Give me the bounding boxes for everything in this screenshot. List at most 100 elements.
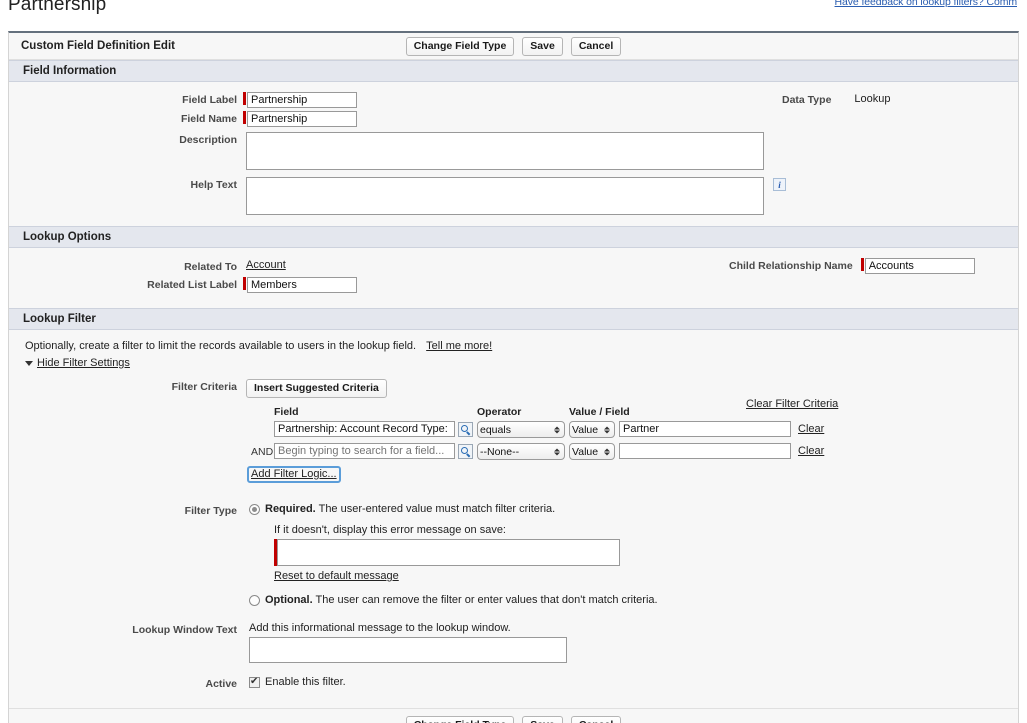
related-to-link[interactable]: Account (246, 259, 286, 271)
required-indicator (243, 111, 246, 124)
description-textarea[interactable] (246, 132, 764, 170)
row-filter-criteria: Filter Criteria Insert Suggested Criteri… (9, 379, 1018, 398)
filter-row-1-field-group (274, 421, 473, 437)
save-button-top[interactable]: Save (522, 36, 563, 56)
enable-this-filter-label: Enable this filter. (265, 676, 346, 688)
error-message-textarea[interactable] (277, 539, 620, 566)
hide-filter-settings-link[interactable]: Hide Filter Settings (37, 357, 130, 369)
related-list-label-label: Related List Label (147, 279, 237, 291)
lookup-window-text-prompt: Add this informational message to the lo… (249, 622, 511, 634)
filter-row-1-valuetype-select[interactable]: ValueField (569, 421, 615, 438)
active-label: Active (205, 678, 237, 690)
filter-type-optional-bold: Optional. (265, 594, 313, 606)
related-list-label-input[interactable] (247, 277, 357, 293)
error-message-block: If it doesn't, display this error messag… (274, 524, 1018, 582)
filter-row-1-operator-select[interactable]: equalsnot equal to--None-- (477, 421, 565, 438)
child-relationship-name-value (860, 258, 975, 274)
chevron-down-icon (25, 360, 33, 366)
cancel-button-bottom[interactable]: Cancel (570, 716, 622, 723)
section-lookup-options-header: Lookup Options (9, 226, 1018, 248)
filter-row-1-value-input[interactable] (619, 421, 791, 437)
required-indicator (243, 277, 246, 290)
help-text-label: Help Text (190, 179, 237, 191)
section-field-information-header: Field Information (9, 60, 1018, 82)
field-name-label: Field Name (180, 113, 237, 125)
required-indicator (243, 92, 246, 105)
section-lookup-filter-header: Lookup Filter (9, 308, 1018, 330)
filter-row-2-conjunction: AND (251, 446, 274, 458)
column-header-value-field: Value / Field (569, 406, 630, 418)
filter-row-1-field-input[interactable] (274, 421, 455, 437)
page-title: Partnership (8, 0, 107, 15)
reset-to-default-message-link[interactable]: Reset to default message (274, 570, 399, 582)
filter-type-required-text: The user-entered value must match filter… (318, 503, 556, 515)
filter-type-optional-radio[interactable] (249, 595, 260, 606)
insert-suggested-criteria-wrap: Insert Suggested Criteria (246, 379, 387, 398)
filter-row-2-clear-link[interactable]: Clear (798, 445, 824, 457)
enable-this-filter-option[interactable]: Enable this filter. (249, 676, 346, 688)
bottom-button-row: Change Field Type Save Cancel (9, 708, 1018, 723)
child-relationship-block: Child Relationship Name (729, 258, 975, 274)
field-name-value (243, 111, 357, 127)
page-root: Have feedback on lookup filters? Comm Pa… (0, 0, 1027, 723)
filter-row-2-valuetype-select[interactable]: ValueField (569, 443, 615, 460)
help-text-value: i (246, 177, 786, 215)
data-type-label: Data Type (782, 94, 832, 106)
description-label: Description (179, 134, 237, 146)
child-relationship-name-input[interactable] (864, 258, 975, 274)
section-field-information-body: Field Label Field Name Description (9, 82, 1018, 226)
filter-type-required-radio[interactable] (249, 504, 260, 515)
cancel-button-top[interactable]: Cancel (570, 36, 622, 56)
reset-to-default-wrap: Reset to default message (274, 570, 1018, 582)
enable-this-filter-checkbox[interactable] (249, 676, 260, 688)
related-to-label: Related To (184, 261, 237, 273)
filter-criteria-row: AND equalsnot equal to--None-- ValueFiel… (9, 443, 1018, 463)
filter-row-2-valuetype-wrap: ValueField (569, 443, 615, 460)
filter-type-optional-text: The user can remove the filter or enter … (315, 594, 658, 606)
help-text-textarea[interactable] (246, 177, 764, 215)
related-to-value: Account (246, 259, 286, 271)
add-filter-logic-link[interactable]: Add Filter Logic... (247, 466, 341, 483)
panel-header: Custom Field Definition Edit Change Fiel… (9, 33, 1018, 60)
field-label-label: Field Label (182, 94, 237, 106)
search-icon[interactable] (458, 421, 473, 437)
feedback-link[interactable]: Have feedback on lookup filters? Comm (835, 0, 1018, 8)
column-header-operator: Operator (477, 406, 522, 418)
filter-type-required-bold: Required. (265, 503, 316, 515)
search-icon[interactable] (458, 443, 473, 459)
filter-type-optional-option[interactable]: Optional. The user can remove the filter… (249, 594, 1018, 606)
lookup-window-text-label: Lookup Window Text (132, 624, 237, 636)
info-icon[interactable]: i (773, 178, 786, 191)
description-value (246, 132, 764, 170)
lookup-filter-intro-text: Optionally, create a filter to limit the… (25, 340, 417, 352)
filter-row-1-clear-link[interactable]: Clear (798, 423, 824, 435)
filter-row-1-operator-wrap: equalsnot equal to--None-- (477, 421, 565, 438)
filter-row-2-value-input[interactable] (619, 443, 791, 459)
lookup-filter-intro: Optionally, create a filter to limit the… (9, 330, 1018, 352)
data-type-block: Data Type Lookup (782, 92, 891, 106)
tell-me-more-link[interactable]: Tell me more! (426, 340, 492, 352)
insert-suggested-criteria-button[interactable]: Insert Suggested Criteria (246, 379, 387, 398)
change-field-type-button-top[interactable]: Change Field Type (405, 36, 515, 56)
field-label-input[interactable] (247, 92, 357, 108)
required-indicator (860, 258, 864, 271)
panel-title: Custom Field Definition Edit (21, 40, 175, 52)
change-field-type-button-bottom[interactable]: Change Field Type (405, 716, 515, 723)
column-header-field: Field (274, 406, 299, 418)
lookup-window-text-textarea[interactable] (249, 637, 567, 663)
filter-type-label: Filter Type (184, 505, 237, 517)
save-button-bottom[interactable]: Save (522, 716, 563, 723)
row-help-text: Help Text i (9, 177, 1018, 215)
filter-type-required-option[interactable]: Required. The user-entered value must ma… (249, 503, 555, 515)
row-related-list-label: Related List Label (9, 277, 1018, 293)
field-name-input[interactable] (247, 111, 357, 127)
error-message-input-wrap (274, 539, 1018, 566)
filter-row-1-valuetype-wrap: ValueField (569, 421, 615, 438)
child-relationship-name-label: Child Relationship Name (729, 260, 853, 272)
filter-row-2-operator-select[interactable]: equalsnot equal to--None-- (477, 443, 565, 460)
row-description: Description (9, 132, 1018, 170)
add-filter-logic-row: Add Filter Logic... (9, 466, 1018, 484)
filter-row-2-field-input[interactable] (274, 443, 455, 459)
hide-filter-settings-row[interactable]: Hide Filter Settings (9, 352, 1018, 369)
filter-criteria-column-headers: Field Operator Value / Field (9, 406, 1018, 419)
